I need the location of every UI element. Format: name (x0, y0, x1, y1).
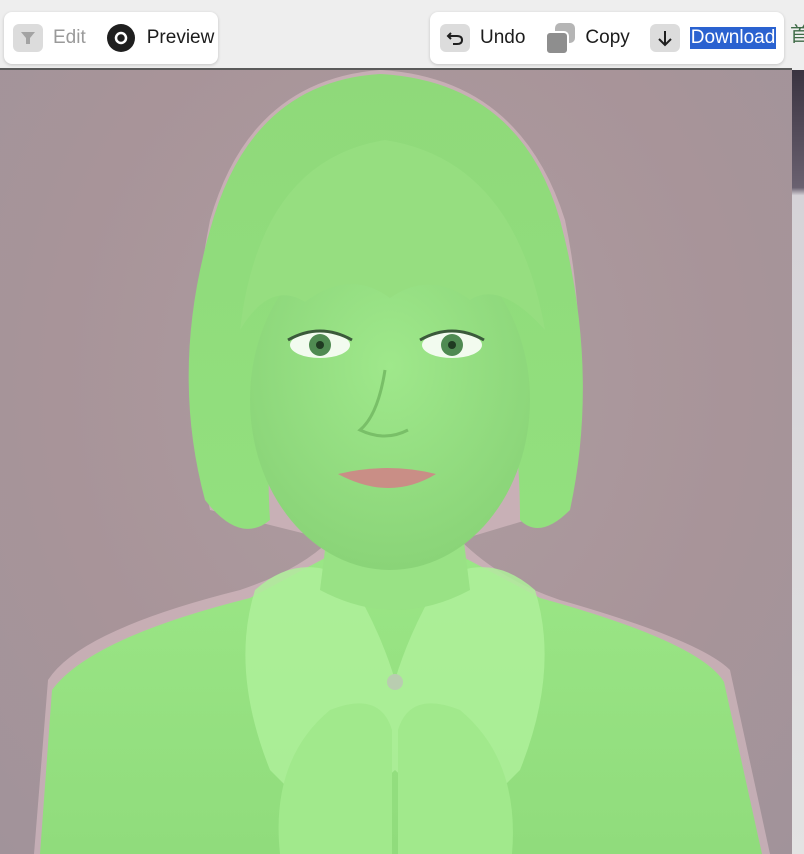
funnel-icon (13, 24, 43, 52)
download-button[interactable]: Download (649, 12, 777, 64)
collar-button (387, 674, 403, 690)
edge-glyph: 首 (790, 22, 804, 46)
masked-portrait-image (34, 70, 770, 854)
undo-label: Undo (480, 27, 526, 48)
arrow-down-icon (649, 24, 680, 52)
toolbar-right: Undo Copy Download (430, 12, 784, 64)
edit-button[interactable]: Edit (13, 12, 86, 64)
copy-label: Copy (585, 27, 630, 48)
copy-button[interactable]: Copy (545, 12, 630, 64)
toolbar-left: Edit Preview (4, 12, 218, 64)
right-edge-strip (792, 70, 804, 854)
eye-icon (106, 24, 135, 52)
undo-button[interactable]: Undo (440, 12, 525, 64)
preview-label: Preview (146, 27, 215, 48)
download-label: Download (689, 27, 777, 49)
copy-icon (545, 23, 576, 55)
image-canvas[interactable] (0, 70, 792, 854)
preview-button[interactable]: Preview (106, 12, 215, 64)
undo-arrow-icon (440, 24, 470, 52)
edit-label: Edit (53, 27, 86, 48)
